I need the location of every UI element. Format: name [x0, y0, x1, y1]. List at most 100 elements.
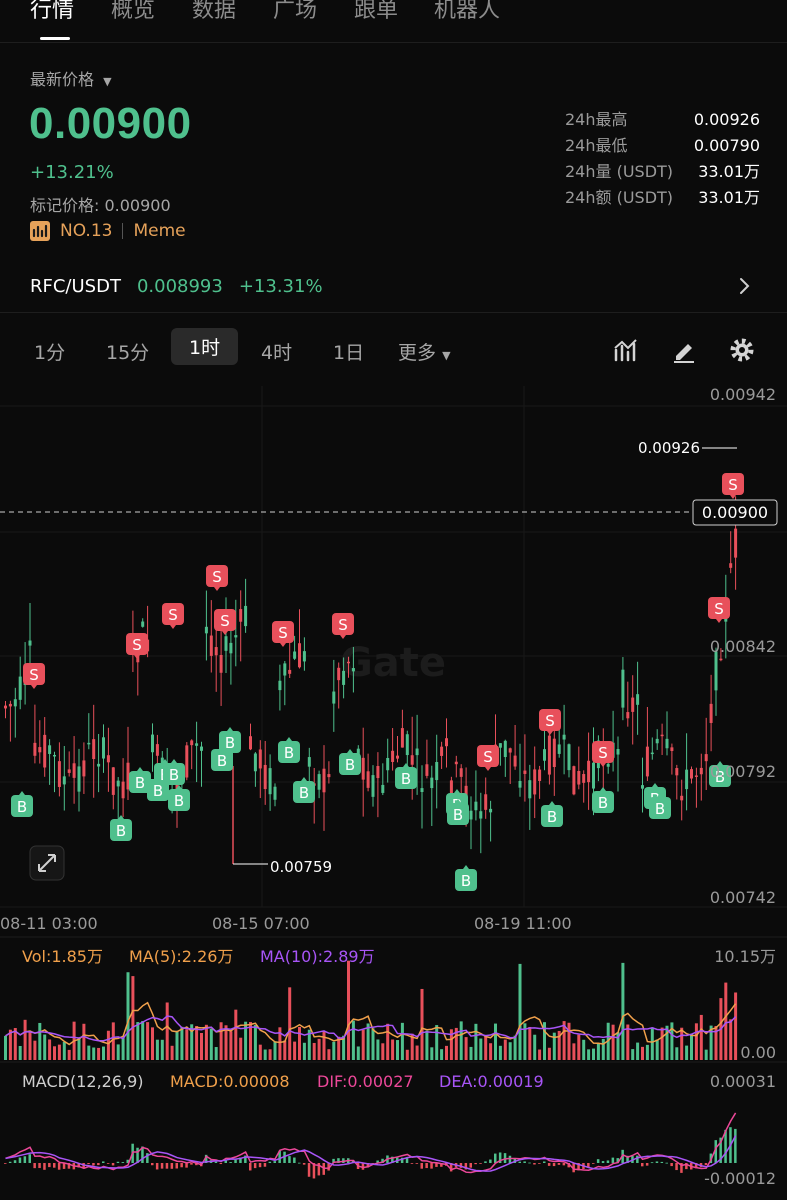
- interval-1h[interactable]: 1时: [171, 328, 239, 365]
- interval-more[interactable]: 更多 ▼: [398, 338, 451, 365]
- rank-badge[interactable]: NO.13: [60, 221, 112, 241]
- volume-bar: [533, 1034, 537, 1060]
- volume-bar: [572, 1043, 576, 1060]
- interval-1m[interactable]: 1分: [34, 338, 65, 365]
- buy-marker: B: [168, 785, 190, 811]
- volume-bar: [214, 1047, 218, 1060]
- buy-marker-pointer: [171, 759, 177, 763]
- candle-body: [734, 528, 738, 558]
- candle-body: [273, 786, 277, 800]
- candle-body: [62, 776, 66, 785]
- volume-bar: [636, 1042, 640, 1060]
- macd-histogram-bar: [665, 1162, 668, 1164]
- volume-bar: [200, 1033, 203, 1060]
- chevron-right-icon[interactable]: [738, 276, 752, 301]
- volume-bar: [435, 1025, 439, 1060]
- candle-body: [307, 757, 311, 767]
- macd-histogram-bar: [8, 1161, 12, 1163]
- macd-histogram-bar: [288, 1156, 291, 1163]
- latest-price-selector[interactable]: 最新价格 ▼: [30, 66, 112, 90]
- candle-body: [87, 742, 91, 745]
- tab-square[interactable]: 广场: [273, 0, 317, 24]
- sell-marker-pointer: [214, 587, 220, 591]
- candle-body: [606, 763, 610, 767]
- tab-data[interactable]: 数据: [192, 0, 236, 24]
- candle-body: [234, 635, 238, 638]
- sell-marker: S: [23, 663, 45, 689]
- macd-histogram-bar: [111, 1163, 115, 1166]
- chart-area[interactable]: Gate SSSSSSSSSSSSBBBBBBBBBBBBBBBBBBBBB 0…: [0, 386, 787, 1200]
- draw-pen-icon[interactable]: [670, 336, 698, 364]
- volume-bar: [645, 1044, 649, 1060]
- tab-bots[interactable]: 机器人: [434, 0, 500, 24]
- candle-body: [67, 769, 71, 773]
- volume-bar: [253, 1025, 257, 1060]
- tab-market[interactable]: 行情: [30, 0, 74, 24]
- candle-body: [410, 755, 414, 765]
- interval-15m[interactable]: 15分: [106, 338, 149, 365]
- volume-bar: [38, 1022, 42, 1060]
- tab-copy-trading[interactable]: 跟单: [354, 0, 398, 24]
- buy-marker-pointer: [347, 749, 353, 753]
- price-axis-label: 0.00942: [710, 386, 776, 404]
- interval-1d[interactable]: 1日: [333, 338, 364, 365]
- volume-bar: [361, 1029, 365, 1060]
- sell-marker: S: [206, 565, 228, 591]
- volume-bar: [694, 1023, 698, 1060]
- stat-row: 24h量 (USDT) 33.01万: [565, 159, 760, 185]
- tab-overview[interactable]: 概览: [111, 0, 155, 24]
- candle-body: [92, 739, 96, 760]
- price-change: +13.21%: [30, 162, 114, 183]
- macd-histogram-bar: [547, 1163, 551, 1166]
- stat-row: 24h额 (USDT) 33.01万: [565, 185, 760, 211]
- candle-body: [533, 769, 537, 795]
- time-axis-label: 08-15 07:00: [212, 914, 310, 933]
- volume-bar: [77, 1037, 81, 1060]
- candle-body: [33, 742, 37, 756]
- vol-ma5-label: MA(5):2.26万: [129, 947, 233, 966]
- candle-body: [616, 749, 620, 755]
- candle-body: [523, 770, 527, 774]
- buy-marker-label: B: [299, 784, 309, 802]
- macd-histogram-bar: [405, 1158, 409, 1163]
- pair-name: RFC/USDT: [30, 276, 121, 297]
- volume-bar: [175, 1030, 179, 1060]
- buy-marker: B: [592, 787, 614, 813]
- pair-row[interactable]: RFC/USDT 0.008993 +13.31%: [30, 276, 323, 297]
- candle-body: [498, 743, 502, 748]
- macd-histogram-bar: [18, 1157, 22, 1163]
- candle-body: [253, 753, 257, 772]
- indicator-icon[interactable]: [612, 336, 640, 364]
- volume-bar: [293, 1041, 297, 1060]
- stat-row: 24h最高 0.00926: [565, 107, 760, 133]
- volume-bar: [351, 1020, 355, 1060]
- settings-gear-icon[interactable]: [728, 336, 756, 364]
- candle-body: [621, 669, 625, 708]
- macd-value-label: MACD:0.00008: [170, 1072, 290, 1091]
- macd-histogram-bar: [523, 1161, 526, 1163]
- volume-bar: [209, 1028, 213, 1060]
- candle-body: [209, 635, 213, 656]
- volume-bar: [386, 1023, 390, 1060]
- volume-bar: [317, 1038, 321, 1060]
- macd-histogram-bar: [116, 1161, 120, 1163]
- sell-marker: S: [272, 621, 294, 647]
- category-tag[interactable]: Meme: [133, 221, 185, 241]
- volume-bar: [704, 1049, 708, 1060]
- interval-4h[interactable]: 4时: [261, 338, 292, 365]
- volume-bar: [4, 1035, 7, 1060]
- volume-bar: [391, 1039, 395, 1060]
- candle-body: [518, 780, 522, 788]
- candle-body: [396, 755, 399, 759]
- volume-bar: [518, 963, 522, 1060]
- expand-button[interactable]: [29, 845, 65, 881]
- candle-body: [641, 785, 644, 789]
- candle-body: [239, 609, 243, 622]
- candle-body: [298, 643, 301, 668]
- candle-body: [503, 740, 507, 758]
- candle-body: [665, 738, 669, 749]
- buy-marker-label: B: [135, 774, 145, 792]
- macd-histogram-bar: [180, 1163, 183, 1168]
- volume-bar: [601, 1038, 605, 1060]
- candle-body: [200, 746, 203, 751]
